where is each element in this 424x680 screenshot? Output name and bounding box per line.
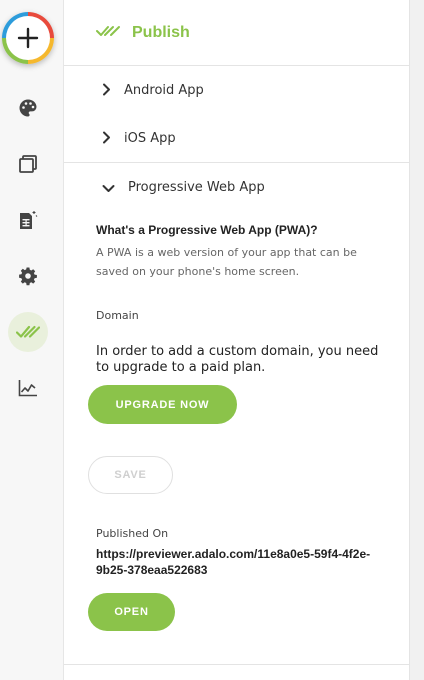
publish-check-icon[interactable] bbox=[8, 312, 48, 352]
open-button[interactable]: OPEN bbox=[88, 593, 175, 631]
left-rail bbox=[0, 0, 64, 680]
section-ios-app[interactable]: iOS App bbox=[64, 114, 409, 162]
published-on-label: Published On bbox=[96, 527, 169, 540]
page-title: Publish bbox=[132, 23, 190, 41]
upgrade-now-button[interactable]: UPGRADE NOW bbox=[88, 385, 237, 424]
pwa-content: What's a Progressive Web App (PWA)? A PW… bbox=[64, 223, 409, 376]
domain-upgrade-message: In order to add a custom domain, you nee… bbox=[96, 344, 379, 375]
section-label: iOS App bbox=[124, 130, 176, 146]
divider bbox=[64, 664, 409, 665]
publish-panel: Publish Android App iOS App Progressive … bbox=[64, 0, 409, 680]
analytics-icon[interactable] bbox=[8, 368, 48, 408]
domain-label: Domain bbox=[96, 309, 139, 322]
publish-header: Publish bbox=[64, 0, 409, 66]
palette-icon[interactable] bbox=[8, 88, 48, 128]
scrollbar[interactable] bbox=[409, 0, 424, 680]
section-android-app[interactable]: Android App bbox=[64, 66, 409, 114]
section-progressive-web-app[interactable]: Progressive Web App bbox=[64, 163, 409, 211]
plus-icon bbox=[6, 16, 50, 60]
chevron-down-icon bbox=[102, 178, 115, 197]
pwa-description: A PWA is a web version of your app that … bbox=[96, 246, 357, 278]
section-label: Progressive Web App bbox=[128, 179, 265, 195]
save-button[interactable]: SAVE bbox=[88, 456, 173, 494]
section-label: Android App bbox=[124, 82, 204, 98]
pwa-heading: What's a Progressive Web App (PWA)? bbox=[96, 223, 318, 237]
published-url[interactable]: https://previewer.adalo.com/11e8a0e5-59f… bbox=[96, 546, 376, 578]
chevron-right-icon bbox=[102, 129, 111, 148]
database-icon[interactable] bbox=[8, 200, 48, 240]
gear-icon[interactable] bbox=[8, 256, 48, 296]
add-button[interactable] bbox=[2, 12, 54, 64]
double-check-icon bbox=[96, 23, 122, 42]
screens-icon[interactable] bbox=[8, 144, 48, 184]
chevron-right-icon bbox=[102, 81, 111, 100]
